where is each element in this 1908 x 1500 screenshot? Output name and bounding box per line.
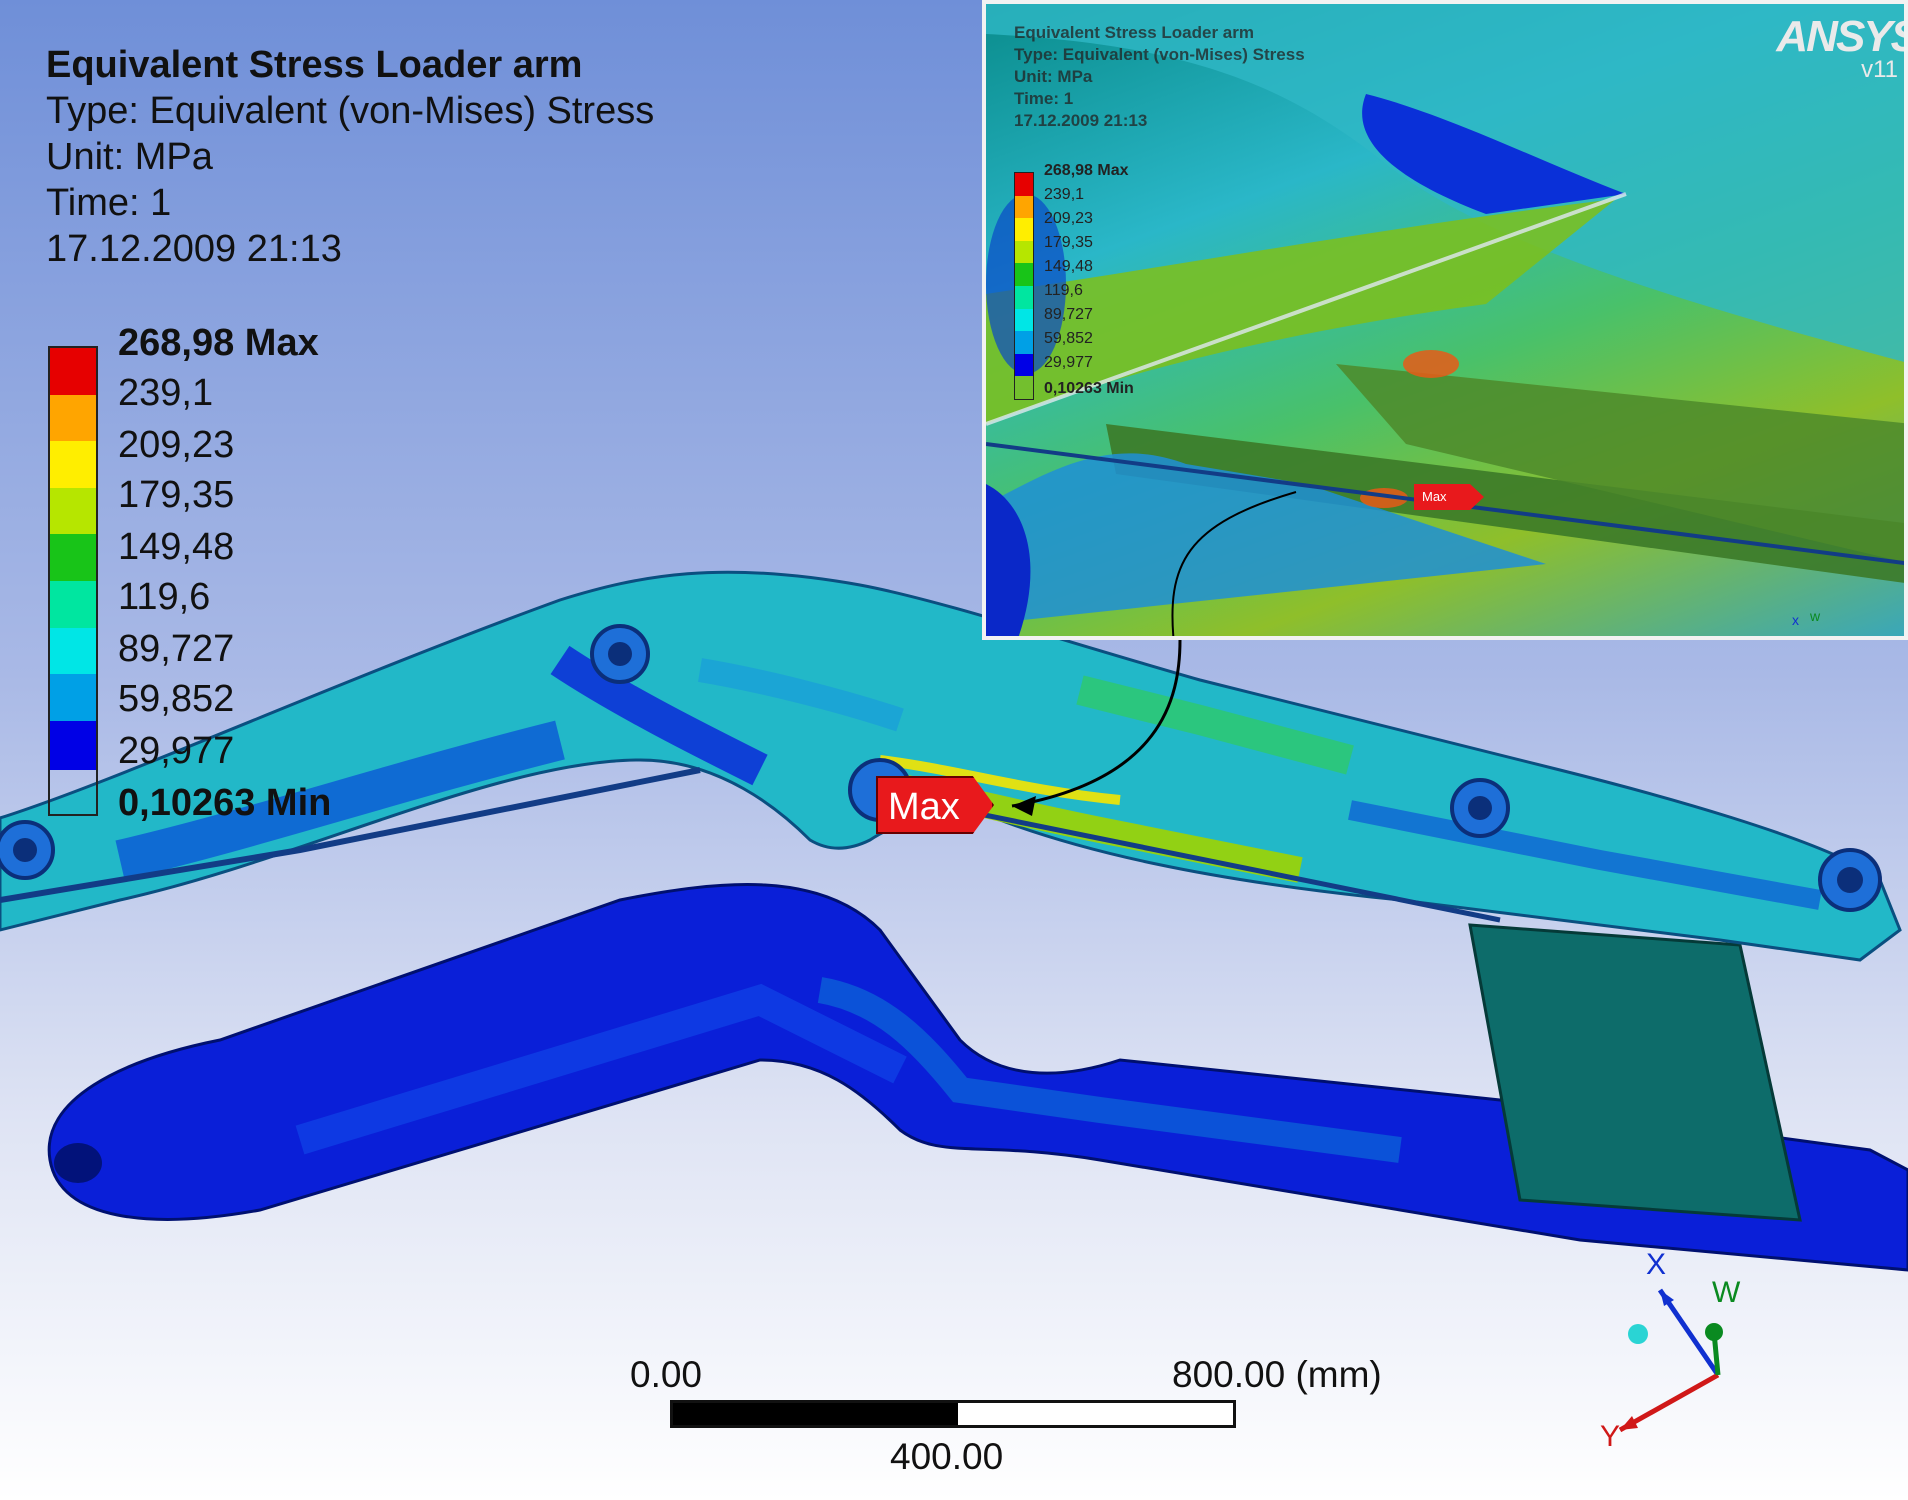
legend-band-7 bbox=[50, 627, 96, 675]
inset-legend-band bbox=[1015, 263, 1033, 286]
inset-result-date: 17.12.2009 21:13 bbox=[1014, 111, 1148, 130]
inset-legend-band bbox=[1015, 331, 1033, 354]
inset-legend-value: 29,977 bbox=[1044, 354, 1093, 371]
scale-middle-label: 400.00 bbox=[890, 1436, 1004, 1477]
legend-color-bar bbox=[48, 346, 98, 816]
inset-legend-band bbox=[1015, 195, 1033, 219]
legend-value: 209,23 bbox=[118, 424, 235, 466]
scale-bar bbox=[670, 1400, 1236, 1428]
inset-legend-value: 239,1 bbox=[1044, 186, 1085, 203]
connecting-plate bbox=[1468, 923, 1802, 1222]
inset-legend-min: 0,10263 Min bbox=[1044, 380, 1134, 397]
legend-band-4 bbox=[50, 487, 96, 535]
legend-max-label: 268,98 Max bbox=[118, 322, 319, 364]
scale-right-label: 800.00 (mm) bbox=[1172, 1354, 1382, 1395]
legend-band-9 bbox=[50, 720, 96, 770]
result-info: Equivalent Stress Loader arm Type: Equiv… bbox=[46, 42, 654, 272]
legend-band-8 bbox=[50, 674, 96, 721]
inset-result-info: Equivalent Stress Loader arm Type: Equiv… bbox=[1014, 22, 1305, 132]
inset-triad-x-label: x bbox=[1792, 612, 1799, 628]
triad-x-label: X bbox=[1646, 1248, 1667, 1281]
inset-legend-band bbox=[1015, 173, 1033, 196]
result-title: Equivalent Stress Loader arm bbox=[46, 44, 583, 86]
legend-value: 149,48 bbox=[118, 526, 235, 568]
inset-legend-band bbox=[1015, 308, 1033, 332]
inset-legend-band bbox=[1015, 285, 1033, 309]
triad-w-label: W bbox=[1712, 1276, 1741, 1309]
legend-band-3 bbox=[50, 441, 96, 488]
inset-legend-band bbox=[1015, 353, 1033, 377]
legend-value: 59,852 bbox=[118, 678, 235, 720]
legend-value: 179,35 bbox=[118, 474, 235, 516]
legend-band-6 bbox=[50, 580, 96, 628]
max-probe-tag[interactable]: Max bbox=[876, 776, 994, 834]
legend-value: 119,6 bbox=[118, 576, 211, 618]
inset-legend-max: 268,98 Max bbox=[1044, 162, 1129, 179]
legend-band-5 bbox=[50, 534, 96, 581]
ansys-version: v11 bbox=[1861, 56, 1898, 83]
inset-legend-value: 209,23 bbox=[1044, 210, 1093, 227]
inset-result-type: Type: Equivalent (von-Mises) Stress bbox=[1014, 45, 1305, 64]
inset-result-unit: Unit: MPa bbox=[1014, 67, 1093, 86]
ansys-logo: ANSYS bbox=[1776, 12, 1908, 61]
inset-legend-value: 59,852 bbox=[1044, 330, 1093, 347]
inset-result-title: Equivalent Stress Loader arm bbox=[1014, 23, 1254, 42]
coordinate-triad-icon bbox=[1618, 1288, 1723, 1433]
inset-legend-value: 179,35 bbox=[1044, 234, 1093, 251]
legend-value: 239,1 bbox=[118, 372, 214, 414]
legend-band-2 bbox=[50, 394, 96, 442]
result-unit: Unit: MPa bbox=[46, 136, 213, 178]
result-date: 17.12.2009 21:13 bbox=[46, 228, 342, 270]
inset-legend-band bbox=[1015, 218, 1033, 241]
inset-legend-value: 89,727 bbox=[1044, 306, 1093, 323]
inset-legend-value: 149,48 bbox=[1044, 258, 1093, 275]
triad-y-label: Y bbox=[1600, 1420, 1621, 1453]
legend-value: 29,977 bbox=[118, 730, 235, 772]
legend-min-label: 0,10263 Min bbox=[118, 782, 332, 824]
result-time: Time: 1 bbox=[46, 182, 172, 224]
legend-band-1 bbox=[50, 348, 96, 395]
result-type: Type: Equivalent (von-Mises) Stress bbox=[46, 90, 655, 132]
legend-value: 89,727 bbox=[118, 628, 235, 670]
scale-left-label: 0.00 bbox=[630, 1354, 703, 1395]
inset-legend-value: 119,6 bbox=[1044, 282, 1083, 299]
inset-legend-bar bbox=[1014, 172, 1034, 400]
inset-max-probe-tag[interactable]: Max bbox=[1414, 484, 1484, 510]
inset-legend-band bbox=[1015, 240, 1033, 264]
inset-triad-w-label: w bbox=[1810, 608, 1821, 624]
graphics-viewport[interactable]: Equivalent Stress Loader arm Type: Equiv… bbox=[0, 0, 1908, 1500]
zoom-inset-view[interactable]: Equivalent Stress Loader arm Type: Equiv… bbox=[982, 0, 1908, 640]
inset-result-time: Time: 1 bbox=[1014, 89, 1074, 108]
